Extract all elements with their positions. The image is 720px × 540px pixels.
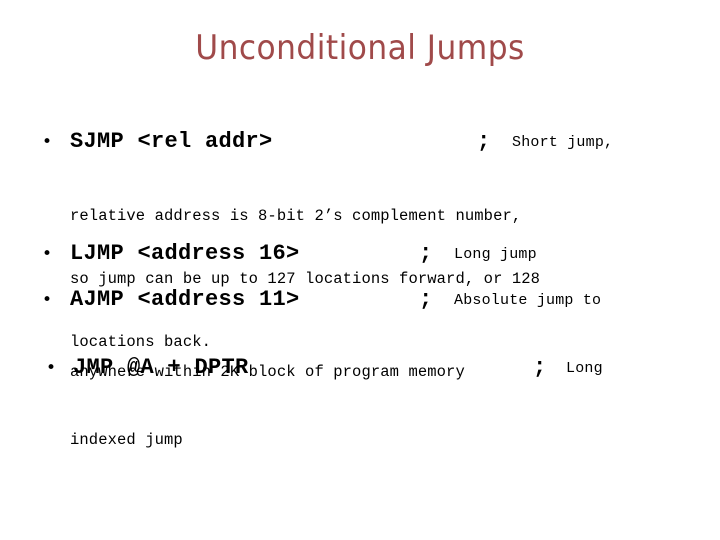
bullet-line: • LJMP <address 16> ; Long jump — [0, 238, 720, 270]
bullet-line: • AJMP <address 11> ; Absolute jump to — [0, 284, 720, 316]
comment-separator: ; — [419, 287, 433, 312]
instruction-mnemonic: LJMP <address 16> — [70, 241, 300, 266]
comment-separator: ; — [533, 355, 547, 380]
bullet-dot-icon: • — [41, 132, 53, 152]
slide: Unconditional Jumps • SJMP <rel addr> ; … — [0, 0, 720, 540]
instruction-comment: Long — [566, 360, 603, 377]
bullet-dot-icon: • — [41, 290, 53, 310]
bullet-item-ljmp: • LJMP <address 16> ; Long jump — [0, 238, 720, 284]
bullet-item-jmp: • JMP @A + DPTR ; Long indexed jump — [0, 352, 720, 449]
comment-separator: ; — [419, 241, 433, 266]
instruction-description: indexed jump — [70, 388, 183, 493]
bullet-list: • SJMP <rel addr> ; Short jump, relative… — [0, 126, 720, 449]
description-line: indexed jump — [70, 431, 183, 449]
description-line: relative address is 8-bit 2’s complement… — [70, 207, 522, 225]
bullet-line: • JMP @A + DPTR ; Long — [0, 352, 720, 384]
bullet-dot-icon: • — [41, 244, 53, 264]
instruction-mnemonic: AJMP <address 11> — [70, 287, 300, 312]
bullet-dot-icon: • — [45, 358, 57, 378]
bullet-item-sjmp: • SJMP <rel addr> ; Short jump, relative… — [0, 126, 720, 351]
instruction-mnemonic: JMP @A + DPTR — [73, 355, 249, 380]
bullet-item-ajmp: • AJMP <address 11> ; Absolute jump to a… — [0, 284, 720, 381]
instruction-comment: Absolute jump to — [454, 292, 602, 309]
instruction-comment: Short jump, — [512, 134, 614, 151]
comment-separator: ; — [477, 129, 491, 154]
instruction-comment: Long jump — [454, 246, 537, 263]
bullet-line: • SJMP <rel addr> ; Short jump, — [0, 126, 720, 158]
page-title: Unconditional Jumps — [195, 28, 525, 68]
instruction-mnemonic: SJMP <rel addr> — [70, 129, 273, 154]
